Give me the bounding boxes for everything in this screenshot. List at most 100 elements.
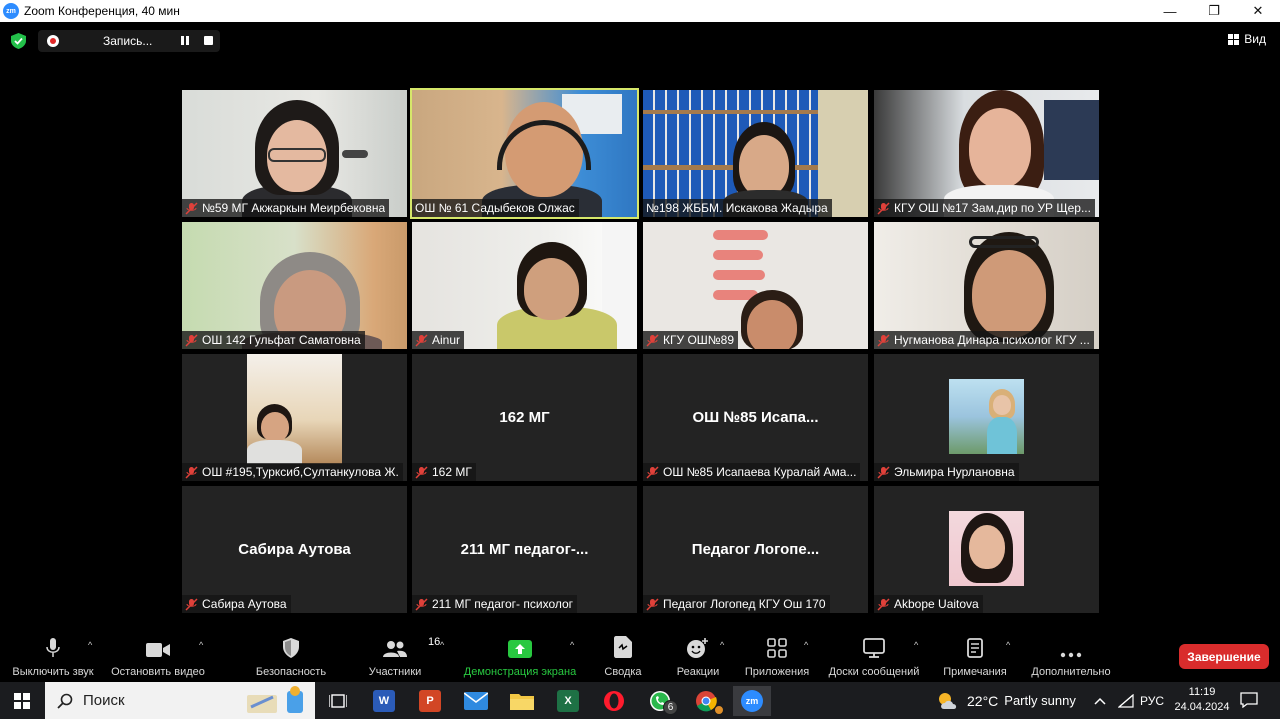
video-tile[interactable]: КГУ ОШ№89 [643, 222, 868, 349]
video-feed [643, 90, 868, 217]
video-tile[interactable]: КГУ ОШ №17 Зам.дир по УР Щер... [874, 90, 1099, 217]
windows-taskbar: Поиск W P X 6 zm 22°C Partly sunny РУС 1… [0, 682, 1280, 719]
whiteboards-options-caret[interactable]: ^ [914, 640, 922, 650]
notes-button[interactable]: Примечания [940, 636, 1010, 680]
close-button[interactable]: ✕ [1236, 0, 1280, 22]
taskbar-opera[interactable] [595, 686, 633, 716]
language-label: РУС [1140, 693, 1165, 708]
network-status-button[interactable] [1118, 682, 1134, 719]
profile-picture [949, 379, 1024, 454]
video-tile-camera-off[interactable]: Сабира Аутова Сабира Аутова [182, 486, 407, 613]
taskbar-chrome[interactable] [687, 686, 725, 716]
video-tile-active-speaker[interactable]: ОШ № 61 Садыбеков Олжас [410, 88, 639, 219]
participant-name: Эльмира Нурлановна [894, 465, 1015, 479]
audio-options-caret[interactable]: ^ [88, 640, 96, 650]
apps-options-caret[interactable]: ^ [804, 640, 812, 650]
whiteboard-icon [863, 638, 885, 658]
microphone-icon [46, 638, 60, 657]
more-label: Дополнительно [1031, 666, 1111, 678]
video-tile-camera-off[interactable]: 162 МГ 162 МГ [412, 354, 637, 481]
video-tile-camera-off[interactable]: Akbope Uaitova [874, 486, 1099, 613]
weather-temperature: 22°C [967, 692, 999, 709]
video-tile[interactable]: Нугманова Динара психолог КГУ ... [874, 222, 1099, 349]
shield-icon [283, 638, 299, 658]
taskbar-whatsapp[interactable]: 6 [641, 686, 679, 716]
participant-name: ОШ №85 Исапаева Куралай Ама... [663, 465, 857, 479]
video-tile[interactable]: №198 ЖББМ. Искакова Жадыра [643, 90, 868, 217]
recording-indicator: Запись... [38, 30, 220, 52]
search-highlight-illustration-icon [247, 686, 303, 713]
whiteboards-button[interactable]: Доски сообщений [825, 636, 923, 680]
participants-options-caret[interactable]: ^ [440, 640, 448, 650]
notes-options-caret[interactable]: ^ [1006, 640, 1014, 650]
video-feed [182, 90, 407, 217]
taskbar-excel[interactable]: X [549, 686, 587, 716]
minimize-button[interactable]: — [1148, 0, 1192, 22]
share-screen-button[interactable]: Демонстрация экрана [461, 636, 579, 680]
meeting-controls-toolbar: Выключить звук ^ Остановить видео ^ Безо… [0, 628, 1280, 682]
encryption-shield-icon[interactable] [11, 33, 26, 49]
show-hidden-icons-button[interactable] [1094, 682, 1106, 719]
mail-icon [464, 692, 488, 710]
stop-video-label: Остановить видео [111, 666, 205, 678]
more-button[interactable]: Дополнительно [1028, 636, 1114, 680]
reactions-options-caret[interactable]: ^ [720, 640, 728, 650]
video-tile-camera-off[interactable]: Эльмира Нурлановна [874, 354, 1099, 481]
restore-button[interactable]: ❐ [1192, 0, 1236, 22]
windows-start-icon[interactable] [14, 693, 30, 709]
taskbar-search-box[interactable]: Поиск [45, 682, 315, 719]
participant-display-name: ОШ №85 Исапа... [692, 409, 819, 426]
participant-name: ОШ #195,Турксиб,Султанкулова Ж. [202, 465, 399, 479]
reactions-button[interactable]: Реакции [674, 636, 722, 680]
summary-button[interactable]: Сводка [600, 636, 646, 680]
taskbar-clock[interactable]: 11:19 24.04.2024 [1172, 685, 1232, 715]
notes-label: Примечания [943, 666, 1007, 678]
chevron-up-icon [1094, 697, 1106, 705]
video-tile[interactable]: ОШ #195,Турксиб,Султанкулова Ж. [182, 354, 407, 481]
video-tile[interactable]: ОШ 142 Гульфат Саматовна [182, 222, 407, 349]
wifi-icon [1118, 693, 1134, 708]
taskbar-word[interactable]: W [365, 686, 403, 716]
participant-nameplate: Педагог Логопед КГУ Ош 170 [643, 595, 830, 613]
notification-center-icon[interactable] [1240, 692, 1258, 708]
video-tile-camera-off[interactable]: 211 МГ педагог-... 211 МГ педагог- психо… [412, 486, 637, 613]
mic-muted-icon [877, 597, 890, 611]
participant-nameplate: Сабира Аутова [182, 595, 291, 613]
mute-label: Выключить звук [12, 666, 94, 678]
participants-button[interactable]: 16 Участники [364, 636, 441, 680]
taskbar-zoom[interactable]: zm [733, 686, 771, 716]
video-feed [874, 90, 1099, 217]
video-tile[interactable]: Ainur [412, 222, 637, 349]
task-view-button[interactable] [319, 686, 357, 716]
clock-date: 24.04.2024 [1174, 701, 1230, 713]
taskbar-mail[interactable] [457, 686, 495, 716]
end-meeting-button[interactable]: Завершение [1179, 644, 1269, 669]
emoji-reaction-icon [687, 638, 708, 658]
apps-label: Приложения [744, 666, 810, 678]
stop-recording-icon[interactable] [204, 36, 213, 45]
video-options-caret[interactable]: ^ [199, 640, 207, 650]
participant-nameplate: ОШ №85 Исапаева Куралай Ама... [643, 463, 861, 481]
mic-muted-icon [185, 201, 198, 215]
taskbar-powerpoint[interactable]: P [411, 686, 449, 716]
weather-widget[interactable]: 22°C Partly sunny [936, 682, 1076, 719]
input-language-indicator[interactable]: РУС [1140, 682, 1164, 719]
view-button[interactable]: Вид [1228, 32, 1266, 46]
apps-button[interactable]: Приложения [742, 636, 812, 680]
stop-video-button[interactable]: Остановить видео [109, 636, 207, 680]
participant-nameplate: №198 ЖББМ. Искакова Жадыра [643, 199, 832, 217]
pause-recording-icon[interactable] [181, 36, 191, 46]
video-tile[interactable]: №59 МГ Акжаркын Меирбековна [182, 90, 407, 217]
video-tile-camera-off[interactable]: ОШ №85 Исапа... ОШ №85 Исапаева Куралай … [643, 354, 868, 481]
participant-display-name: 162 МГ [499, 409, 550, 426]
chrome-status-badge [714, 705, 724, 715]
zoom-app-icon: zm [3, 3, 19, 19]
video-tile-camera-off[interactable]: Педагог Логопе... Педагог Логопед КГУ Ош… [643, 486, 868, 613]
taskbar-file-explorer[interactable] [503, 686, 541, 716]
record-dot-icon [47, 35, 59, 47]
participant-video-portrait [247, 354, 342, 464]
security-button[interactable]: Безопасность [254, 636, 328, 680]
mute-button[interactable]: Выключить звук [9, 636, 97, 680]
share-options-caret[interactable]: ^ [570, 640, 578, 650]
participant-nameplate: Нугманова Динара психолог КГУ ... [874, 331, 1094, 349]
